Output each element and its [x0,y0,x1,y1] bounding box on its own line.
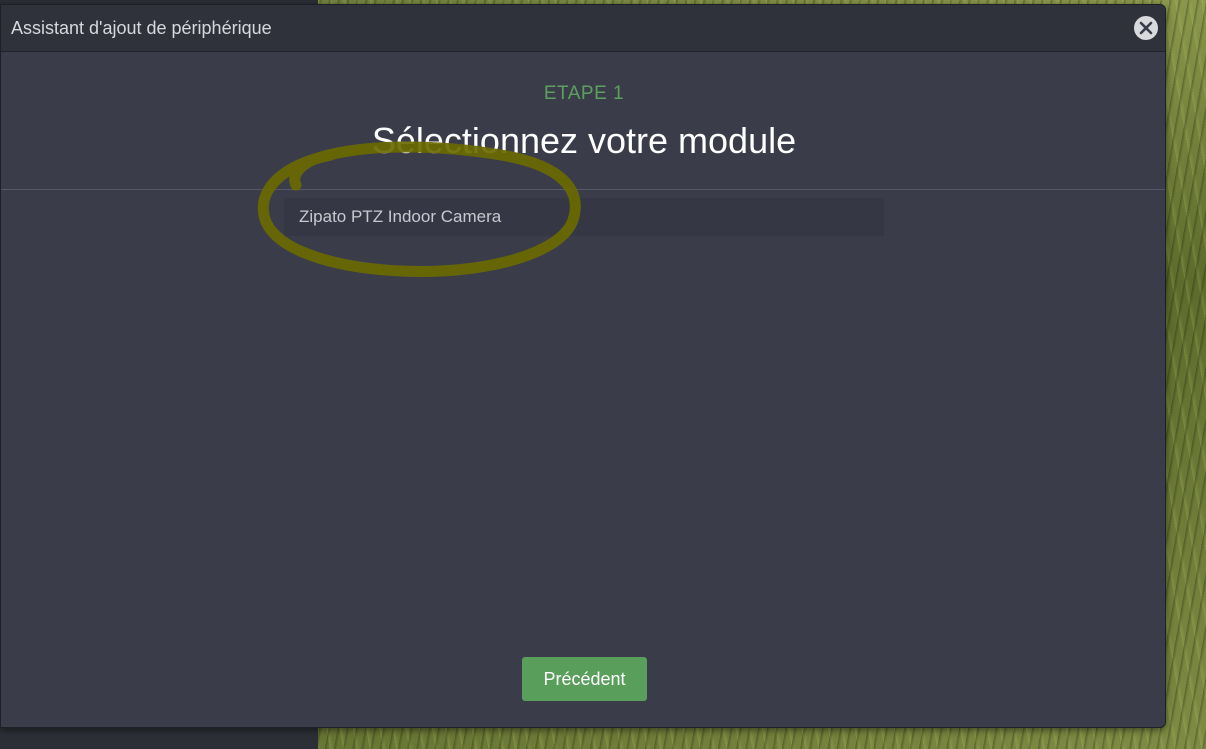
previous-button[interactable]: Précédent [522,657,647,701]
dialog-header: Assistant d'ajout de périphérique [1,5,1165,52]
step-heading: Sélectionnez votre module [371,120,797,161]
hand-drawn-circle-annotation [257,141,581,277]
step-label: ETAPE 1 [543,83,625,104]
dialog-title: Assistant d'ajout de périphérique [11,18,272,38]
divider [1,189,1165,190]
close-button[interactable] [1134,16,1158,40]
add-device-wizard-dialog: Assistant d'ajout de périphérique ETAPE … [0,4,1166,728]
close-icon [1139,21,1153,35]
module-option-zipato-ptz-camera[interactable]: Zipato PTZ Indoor Camera [284,198,884,236]
